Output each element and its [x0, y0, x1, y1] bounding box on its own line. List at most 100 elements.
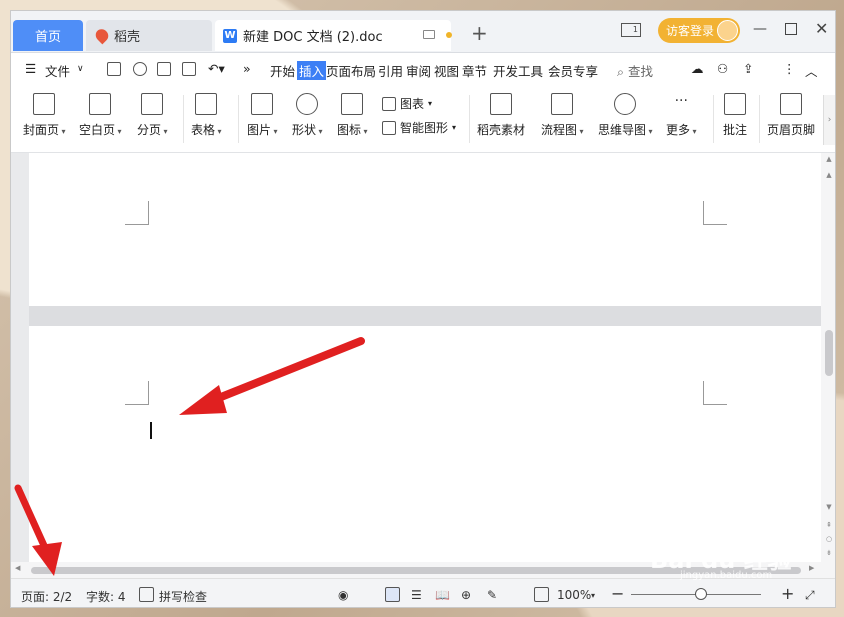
cover-page-button[interactable]: 封面页: [23, 93, 66, 138]
search-button[interactable]: ⌕ 查找: [617, 61, 653, 80]
cover-page-label: 封面页: [23, 121, 66, 138]
scroll-up-icon[interactable]: ▲: [821, 155, 835, 163]
write-view-icon[interactable]: ✎: [487, 588, 497, 602]
tab-daoke[interactable]: 稻壳: [86, 20, 212, 51]
icons-button[interactable]: 图标: [337, 93, 368, 138]
shapes-icon: [296, 93, 319, 115]
menu-review[interactable]: 审阅: [406, 61, 431, 80]
wps-writer-icon: W: [223, 28, 237, 43]
picture-label: 图片: [247, 121, 278, 138]
tab-document-label: 新建 DOC 文档 (2).doc: [243, 30, 383, 45]
more-quick-icon[interactable]: »: [243, 61, 251, 76]
guest-login-label: 访客登录: [666, 24, 715, 38]
comment-icon: [724, 93, 746, 115]
icons-icon: [341, 93, 364, 115]
collapse-ribbon-icon[interactable]: ︿: [805, 61, 818, 80]
fullscreen-icon[interactable]: ⤢: [805, 588, 815, 603]
blank-page-button[interactable]: 空白页: [79, 93, 122, 138]
table-button[interactable]: 表格: [191, 93, 222, 138]
mind-map-icon: [614, 93, 637, 115]
outline-view-icon[interactable]: ☰: [411, 588, 422, 602]
chevron-down-icon: ▾: [452, 123, 457, 132]
comment-label: 批注: [723, 123, 748, 137]
page-view-icon[interactable]: [385, 587, 400, 602]
document-area[interactable]: ▲ ▲ ▼ ⇞ ○ ⇟ ◀ ▶: [11, 153, 835, 578]
chart-button[interactable]: 图表 ▾: [382, 95, 432, 112]
scroll-up-icon[interactable]: ▲: [821, 171, 835, 179]
chevron-down-icon[interactable]: ▾: [591, 591, 595, 600]
web-view-icon[interactable]: ⊕: [461, 588, 471, 602]
more-options-icon[interactable]: ⋮: [783, 61, 796, 76]
header-footer-button[interactable]: 页眉页脚: [767, 93, 815, 138]
page-break-button[interactable]: 分页: [137, 93, 168, 138]
save-icon[interactable]: [107, 62, 121, 76]
search-icon: ⌕: [617, 64, 625, 79]
flowchart-button[interactable]: 流程图: [541, 93, 584, 138]
more-button[interactable]: ··· 更多: [666, 93, 697, 138]
menu-page-layout[interactable]: 页面布局: [326, 61, 376, 80]
more-icon: ···: [674, 93, 688, 109]
close-icon[interactable]: ✕: [815, 19, 828, 38]
flowchart-icon: [551, 93, 574, 115]
menu-view[interactable]: 视图: [434, 61, 459, 80]
mind-map-button[interactable]: 思维导图: [598, 93, 653, 138]
menu-member[interactable]: 会员专享: [548, 61, 598, 80]
ribbon-divider: [759, 95, 760, 143]
new-tab-button[interactable]: +: [471, 23, 488, 43]
prev-page-icon[interactable]: ⇞: [821, 521, 835, 529]
comment-button[interactable]: 批注: [723, 93, 747, 138]
monitor-icon[interactable]: [423, 30, 435, 39]
print-icon[interactable]: [157, 62, 171, 76]
hamburger-icon[interactable]: ☰: [25, 61, 36, 76]
collaborate-icon[interactable]: ⚇: [717, 61, 728, 76]
zoom-in-icon[interactable]: +: [781, 584, 794, 603]
select-browse-icon[interactable]: ○: [821, 535, 835, 543]
shapes-label: 形状: [292, 121, 323, 138]
page-1[interactable]: [29, 153, 821, 306]
picture-button[interactable]: 图片: [247, 93, 278, 138]
vertical-scrollbar[interactable]: ▲ ▲ ▼ ⇞ ○ ⇟: [821, 153, 835, 578]
window-layout-icon[interactable]: 1: [621, 23, 641, 37]
scroll-right-icon[interactable]: ▶: [809, 564, 814, 572]
shapes-button[interactable]: 形状: [292, 93, 323, 138]
menu-insert[interactable]: 插入: [297, 61, 327, 80]
margin-corner-mark: [703, 201, 727, 225]
guest-login-button[interactable]: 访客登录: [658, 18, 740, 43]
vertical-scroll-thumb[interactable]: [825, 330, 833, 376]
reading-view-icon[interactable]: 📖: [435, 588, 450, 602]
maximize-icon[interactable]: [785, 23, 797, 35]
zoom-slider-knob[interactable]: [695, 588, 707, 600]
scroll-down-icon[interactable]: ▼: [821, 503, 835, 511]
tab-home[interactable]: 首页: [13, 20, 83, 51]
cloud-sync-icon[interactable]: ☁: [691, 61, 704, 76]
undo-icon[interactable]: ↶▾: [208, 61, 225, 76]
daoke-material-icon: [490, 93, 512, 115]
next-page-icon[interactable]: ⇟: [821, 549, 835, 557]
daoke-material-button[interactable]: 稻壳素材: [477, 93, 525, 138]
smart-art-button[interactable]: 智能图形 ▾: [382, 119, 456, 136]
file-menu[interactable]: 文件: [45, 61, 70, 80]
fit-page-icon[interactable]: [534, 587, 549, 602]
page-indicator[interactable]: 页面: 2/2: [21, 588, 72, 605]
word-count[interactable]: 字数: 4: [86, 588, 126, 605]
print-preview-icon[interactable]: [182, 62, 196, 76]
menu-sections[interactable]: 章节: [462, 61, 487, 80]
spellcheck-label[interactable]: 拼写检查: [159, 588, 207, 605]
blank-page-icon: [89, 93, 112, 115]
zoom-level[interactable]: 100%: [557, 588, 591, 602]
checkbox-icon[interactable]: [139, 587, 154, 602]
tab-document[interactable]: W 新建 DOC 文档 (2).doc: [215, 20, 452, 51]
share-icon[interactable]: ⇪: [743, 61, 753, 76]
eye-protection-icon[interactable]: ◉: [338, 588, 348, 602]
menu-start[interactable]: 开始: [270, 61, 295, 80]
menu-developer[interactable]: 开发工具: [493, 61, 543, 80]
format-painter-icon[interactable]: [133, 62, 147, 76]
chevron-down-icon[interactable]: ∨: [77, 64, 84, 74]
ribbon-scroll-right-icon[interactable]: ›: [823, 95, 835, 145]
zoom-out-icon[interactable]: −: [611, 584, 624, 603]
minimize-icon[interactable]: —: [753, 21, 767, 37]
table-label: 表格: [191, 121, 222, 138]
status-bar: 页面: 2/2 字数: 4 拼写检查 ◉ ☰ 📖 ⊕ ✎ 100% ▾ − + …: [11, 578, 835, 607]
menu-references[interactable]: 引用: [378, 61, 403, 80]
flowchart-label: 流程图: [541, 121, 584, 138]
